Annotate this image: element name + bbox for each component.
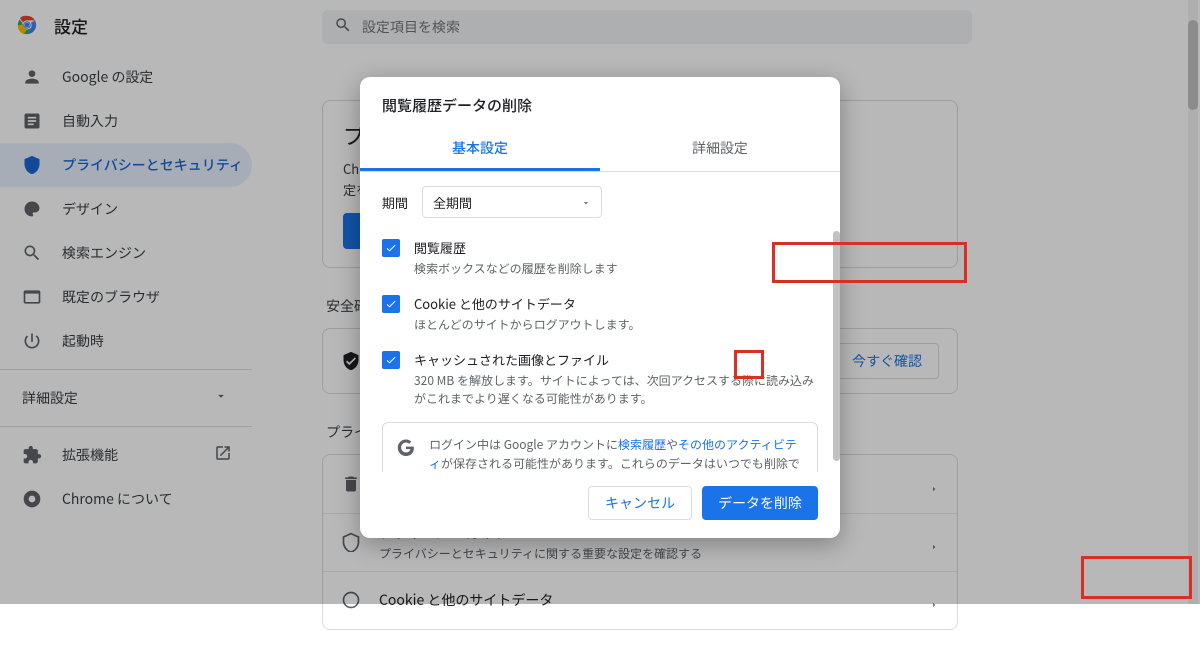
period-value: 全期間 — [433, 193, 472, 212]
period-select[interactable]: 全期間 — [422, 186, 602, 218]
checkbox-history[interactable] — [382, 239, 400, 257]
checkbox-cache[interactable] — [382, 351, 400, 369]
opt-history-sub: 検索ボックスなどの履歴を削除します — [414, 260, 618, 278]
opt-cache-sub: 320 MB を解放します。サイトによっては、次回アクセスする際に読み込みがこれ… — [414, 372, 818, 408]
opt-cookies-title: Cookie と他のサイトデータ — [414, 294, 640, 313]
opt-history-title: 閲覧履歴 — [414, 238, 618, 257]
period-label: 期間 — [382, 193, 408, 212]
dialog-tabs: 基本設定 詳細設定 — [360, 126, 840, 172]
cancel-button[interactable]: キャンセル — [588, 486, 692, 520]
google-info-text: ログイン中は Google アカウントに検索履歴やその他のアクティビティが保存さ… — [429, 435, 803, 472]
google-info-box: ログイン中は Google アカウントに検索履歴やその他のアクティビティが保存さ… — [382, 422, 818, 472]
dropdown-icon — [581, 193, 591, 212]
dialog-scrollbar[interactable] — [833, 231, 840, 531]
opt-cookies-sub: ほとんどのサイトからログアウトします。 — [414, 316, 640, 334]
dialog-title: 閲覧履歴データの削除 — [360, 77, 840, 126]
checkbox-cookies[interactable] — [382, 295, 400, 313]
clear-browsing-data-dialog: 閲覧履歴データの削除 基本設定 詳細設定 期間 全期間 閲覧履歴検索ボックスなど… — [360, 77, 840, 538]
google-icon — [397, 439, 415, 457]
opt-cache-title: キャッシュされた画像とファイル — [414, 350, 818, 369]
tab-basic[interactable]: 基本設定 — [360, 126, 600, 171]
delete-data-button[interactable]: データを削除 — [702, 486, 818, 520]
link-search-history[interactable]: 検索履歴 — [618, 436, 666, 453]
tab-advanced[interactable]: 詳細設定 — [600, 126, 840, 171]
